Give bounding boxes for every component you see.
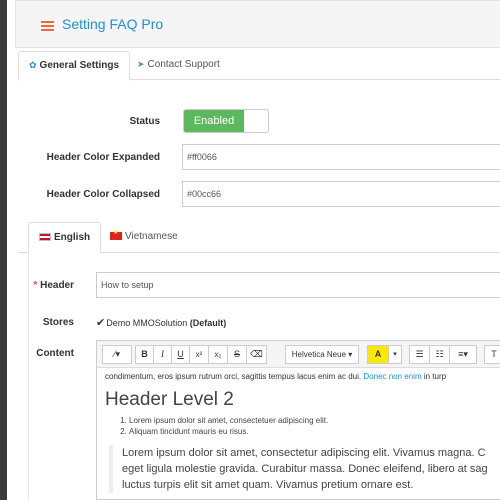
tab-label: General Settings — [39, 60, 120, 71]
text-color-button[interactable]: A — [367, 345, 389, 364]
status-toggle-on: Enabled — [184, 110, 244, 132]
content-heading: Header Level 2 — [105, 389, 234, 410]
header-label: * Header — [33, 280, 74, 291]
text-color-dropdown[interactable]: ▾ — [388, 345, 402, 364]
header-label-text: Header — [40, 280, 74, 291]
settings-tabs: ✿ General Settings ➤ Contact Support — [18, 48, 500, 81]
strikethrough-button[interactable]: S — [227, 345, 247, 364]
bold-button[interactable]: B — [135, 345, 154, 364]
status-toggle[interactable]: Enabled — [183, 109, 269, 133]
editor-toolbar: ⁄▾ B I U x² x₂ S ⌫ Helvetica Neue ▾ A ▾ … — [97, 341, 500, 368]
page-title: Setting FAQ Pro — [62, 16, 164, 32]
unordered-list-button[interactable]: ☰ — [409, 345, 430, 364]
font-family-select[interactable]: Helvetica Neue ▾ — [285, 345, 359, 364]
panel-header: Setting FAQ Pro — [15, 0, 500, 48]
store-checkbox[interactable]: ✔Demo MMOSolution (Default) — [96, 316, 226, 329]
ordered-list-icon: ☷ — [435, 349, 444, 359]
magic-wand-button[interactable]: ⁄▾ — [102, 345, 132, 364]
content-editor[interactable]: ⁄▾ B I U x² x₂ S ⌫ Helvetica Neue ▾ A ▾ … — [96, 340, 500, 500]
eraser-button[interactable]: ⌫ — [246, 345, 267, 364]
status-label: Status — [129, 116, 160, 127]
vn-flag-icon — [110, 229, 122, 240]
checkmark-icon[interactable]: ✔ — [96, 317, 105, 329]
editor-content[interactable]: condimentum, eros ipsum rutrum orci, sag… — [105, 368, 500, 493]
header-input[interactable]: How to setup — [96, 272, 500, 298]
gear-icon: ✿ — [29, 60, 37, 70]
tab-english[interactable]: English — [28, 222, 102, 253]
color-collapsed-label: Header Color Collapsed — [46, 189, 160, 200]
subscript-button[interactable]: x₂ — [208, 345, 228, 364]
content-blockquote: Lorem ipsum dolor sit amet, consectetur … — [109, 445, 500, 493]
align-icon: ≡▾ — [458, 349, 468, 359]
store-default: (Default) — [189, 318, 227, 328]
eraser-icon: ⌫ — [250, 349, 263, 359]
paragraph-tail: in turp — [423, 372, 447, 381]
tab-general-settings[interactable]: ✿ General Settings — [18, 51, 131, 81]
superscript-button[interactable]: x² — [189, 345, 209, 364]
store-name: Demo MMOSolution — [106, 318, 188, 328]
color-expanded-input[interactable]: #ff0066 — [182, 144, 500, 170]
tab-contact-support[interactable]: ➤ Contact Support — [127, 51, 230, 81]
uk-flag-icon — [39, 233, 51, 241]
list-item: Aliquam tincidunt mauris eu risus. — [129, 427, 500, 436]
content-label: Content — [36, 348, 74, 359]
paragraph-align-button[interactable]: ≡▾ — [449, 345, 477, 364]
language-tabs: English Vietnamese — [18, 219, 500, 253]
italic-button[interactable]: I — [153, 345, 172, 364]
magic-wand-icon: ⁄▾ — [113, 349, 121, 359]
quote-line: luctus turpis elit sit amet quam. Vivamu… — [122, 479, 414, 491]
underline-button[interactable]: U — [171, 345, 190, 364]
tab-label: Contact Support — [147, 59, 220, 70]
paragraph-line: condimentum, eros ipsum rutrum orci, sag… — [105, 372, 500, 381]
tab-label: Vietnamese — [125, 231, 178, 242]
paragraph-link[interactable]: Donec non enim — [363, 372, 421, 381]
ordered-list-button[interactable]: ☷ — [429, 345, 450, 364]
font-family-value: Helvetica Neue — [291, 350, 346, 359]
stores-label: Stores — [42, 317, 74, 328]
quote-line: Lorem ipsum dolor sit amet, consectetur … — [122, 447, 486, 459]
color-expanded-label: Header Color Expanded — [46, 152, 160, 163]
unordered-list-icon: ☰ — [415, 349, 424, 359]
required-marker: * — [33, 280, 38, 291]
tab-label: English — [54, 232, 91, 243]
list-icon — [41, 21, 54, 31]
quote-line: eget ligula molestie gravida. Curabitur … — [122, 463, 488, 475]
paragraph-text: condimentum, eros ipsum rutrum orci, sag… — [105, 372, 362, 381]
color-collapsed-input[interactable]: #00cc66 — [182, 181, 500, 207]
tab-vietnamese[interactable]: Vietnamese — [100, 222, 188, 253]
paper-plane-icon: ➤ — [137, 59, 145, 69]
more-button[interactable]: T — [484, 345, 500, 364]
content-ordered-list: Lorem ipsum dolor sit amet, consectetuer… — [105, 416, 500, 436]
list-item: Lorem ipsum dolor sit amet, consectetuer… — [129, 416, 500, 425]
